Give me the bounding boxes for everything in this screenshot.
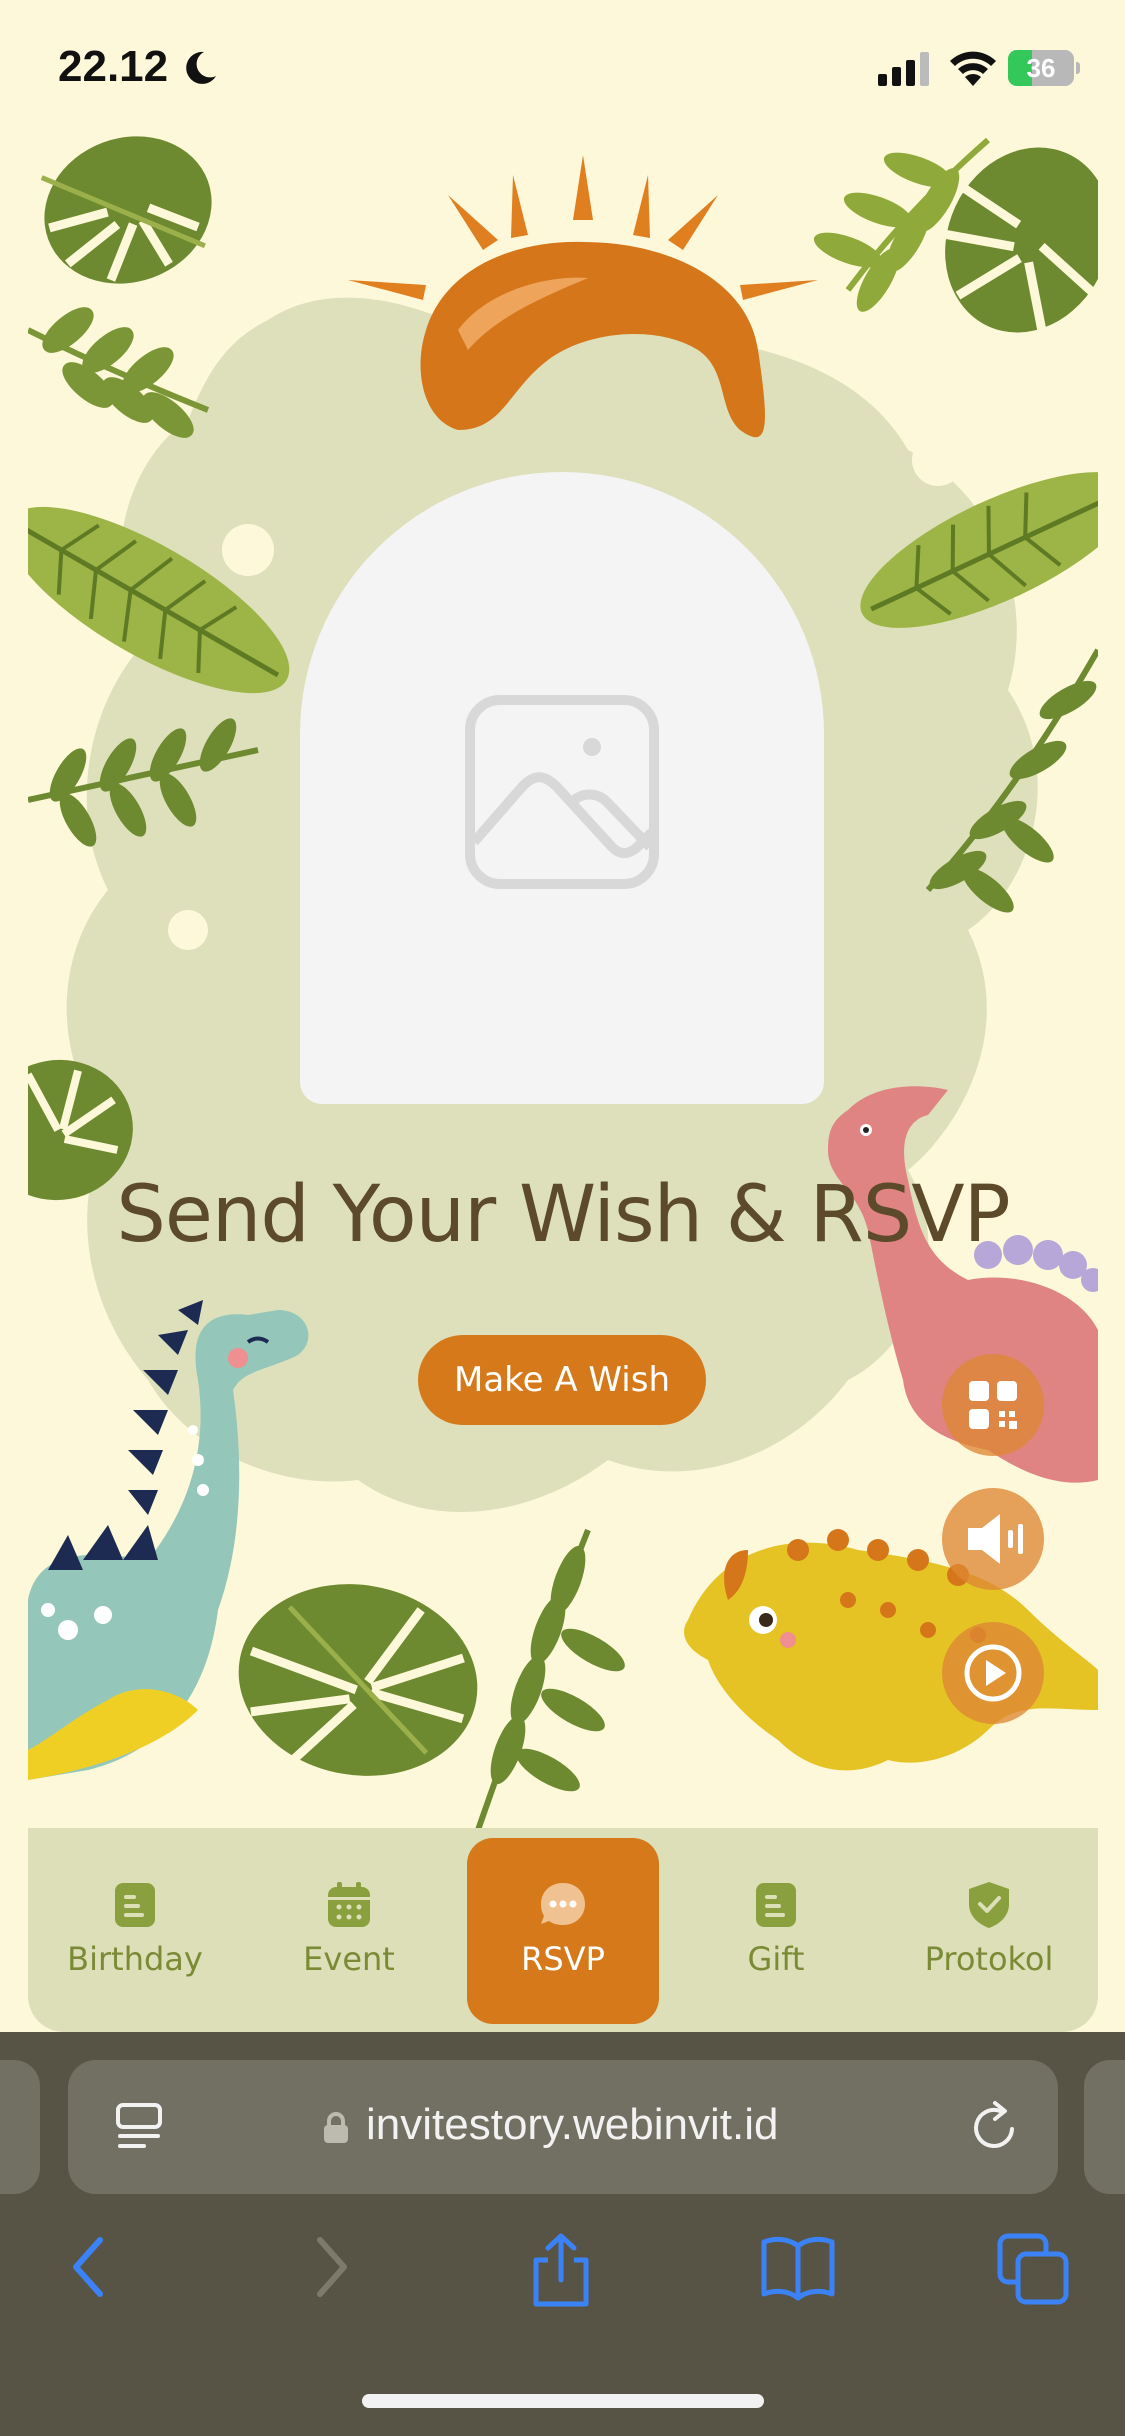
reader-mode-icon[interactable] xyxy=(114,2102,164,2152)
nav-item-protokol[interactable]: Protokol xyxy=(894,1828,1084,2032)
share-icon[interactable] xyxy=(526,2232,596,2308)
tabs-icon[interactable] xyxy=(996,2232,1070,2306)
nav-item-birthday[interactable]: Birthday xyxy=(40,1828,230,2032)
nav-item-event[interactable]: Event xyxy=(254,1828,444,2032)
nav-item-rsvp[interactable]: RSVP xyxy=(467,1838,659,2024)
browser-toolbar: invitestory.webinvit.id xyxy=(0,2032,1125,2436)
shield-check-icon xyxy=(969,1882,1009,1928)
forward-arrow-icon[interactable] xyxy=(306,2232,356,2302)
nav-item-gift[interactable]: Gift xyxy=(681,1828,871,2032)
reload-icon[interactable] xyxy=(968,2100,1022,2154)
cellular-signal-icon xyxy=(878,52,929,86)
previous-tab-peek[interactable] xyxy=(0,2060,40,2194)
wifi-icon xyxy=(950,51,996,86)
bottom-navigation: Birthday Event RSVP Gift Protokol xyxy=(28,1828,1098,2032)
battery-indicator: 36 xyxy=(1008,50,1080,86)
bookmarks-icon[interactable] xyxy=(760,2232,836,2302)
home-indicator[interactable] xyxy=(362,2394,764,2408)
make-a-wish-button[interactable]: Make A Wish xyxy=(418,1335,706,1425)
speaker-icon xyxy=(968,1514,1023,1564)
document-icon xyxy=(115,1883,155,1927)
status-time: 22.12 xyxy=(58,42,169,91)
nav-label-event: Event xyxy=(303,1940,395,1978)
qr-code-icon xyxy=(969,1381,1017,1429)
nav-label-protokol: Protokol xyxy=(924,1940,1054,1978)
play-icon xyxy=(964,1644,1022,1702)
sound-toggle-button[interactable] xyxy=(942,1488,1044,1590)
url-text: invitestory.webinvit.id xyxy=(366,2100,779,2149)
autoplay-button[interactable] xyxy=(942,1622,1044,1724)
status-bar: 22.12 36 xyxy=(0,0,1125,130)
next-tab-peek[interactable] xyxy=(1084,2060,1125,2194)
nav-label-gift: Gift xyxy=(747,1940,805,1978)
nav-label-rsvp: RSVP xyxy=(521,1940,605,1978)
chat-bubble-icon xyxy=(541,1883,585,1925)
back-arrow-icon[interactable] xyxy=(64,2232,114,2302)
section-title: Send Your Wish & RSVP xyxy=(116,1170,1010,1260)
hero-section: Send Your Wish & RSVP Make A Wish xyxy=(28,130,1098,1830)
moon-icon xyxy=(186,51,216,84)
image-placeholder-icon xyxy=(465,695,659,889)
calendar-icon xyxy=(328,1882,370,1927)
document-icon xyxy=(756,1883,796,1927)
address-bar[interactable]: invitestory.webinvit.id xyxy=(68,2060,1058,2194)
photo-placeholder xyxy=(300,472,824,1104)
nav-label-birthday: Birthday xyxy=(67,1940,203,1978)
lock-icon xyxy=(324,2112,348,2143)
qr-code-button[interactable] xyxy=(942,1354,1044,1456)
battery-percent: 36 xyxy=(1026,53,1056,83)
